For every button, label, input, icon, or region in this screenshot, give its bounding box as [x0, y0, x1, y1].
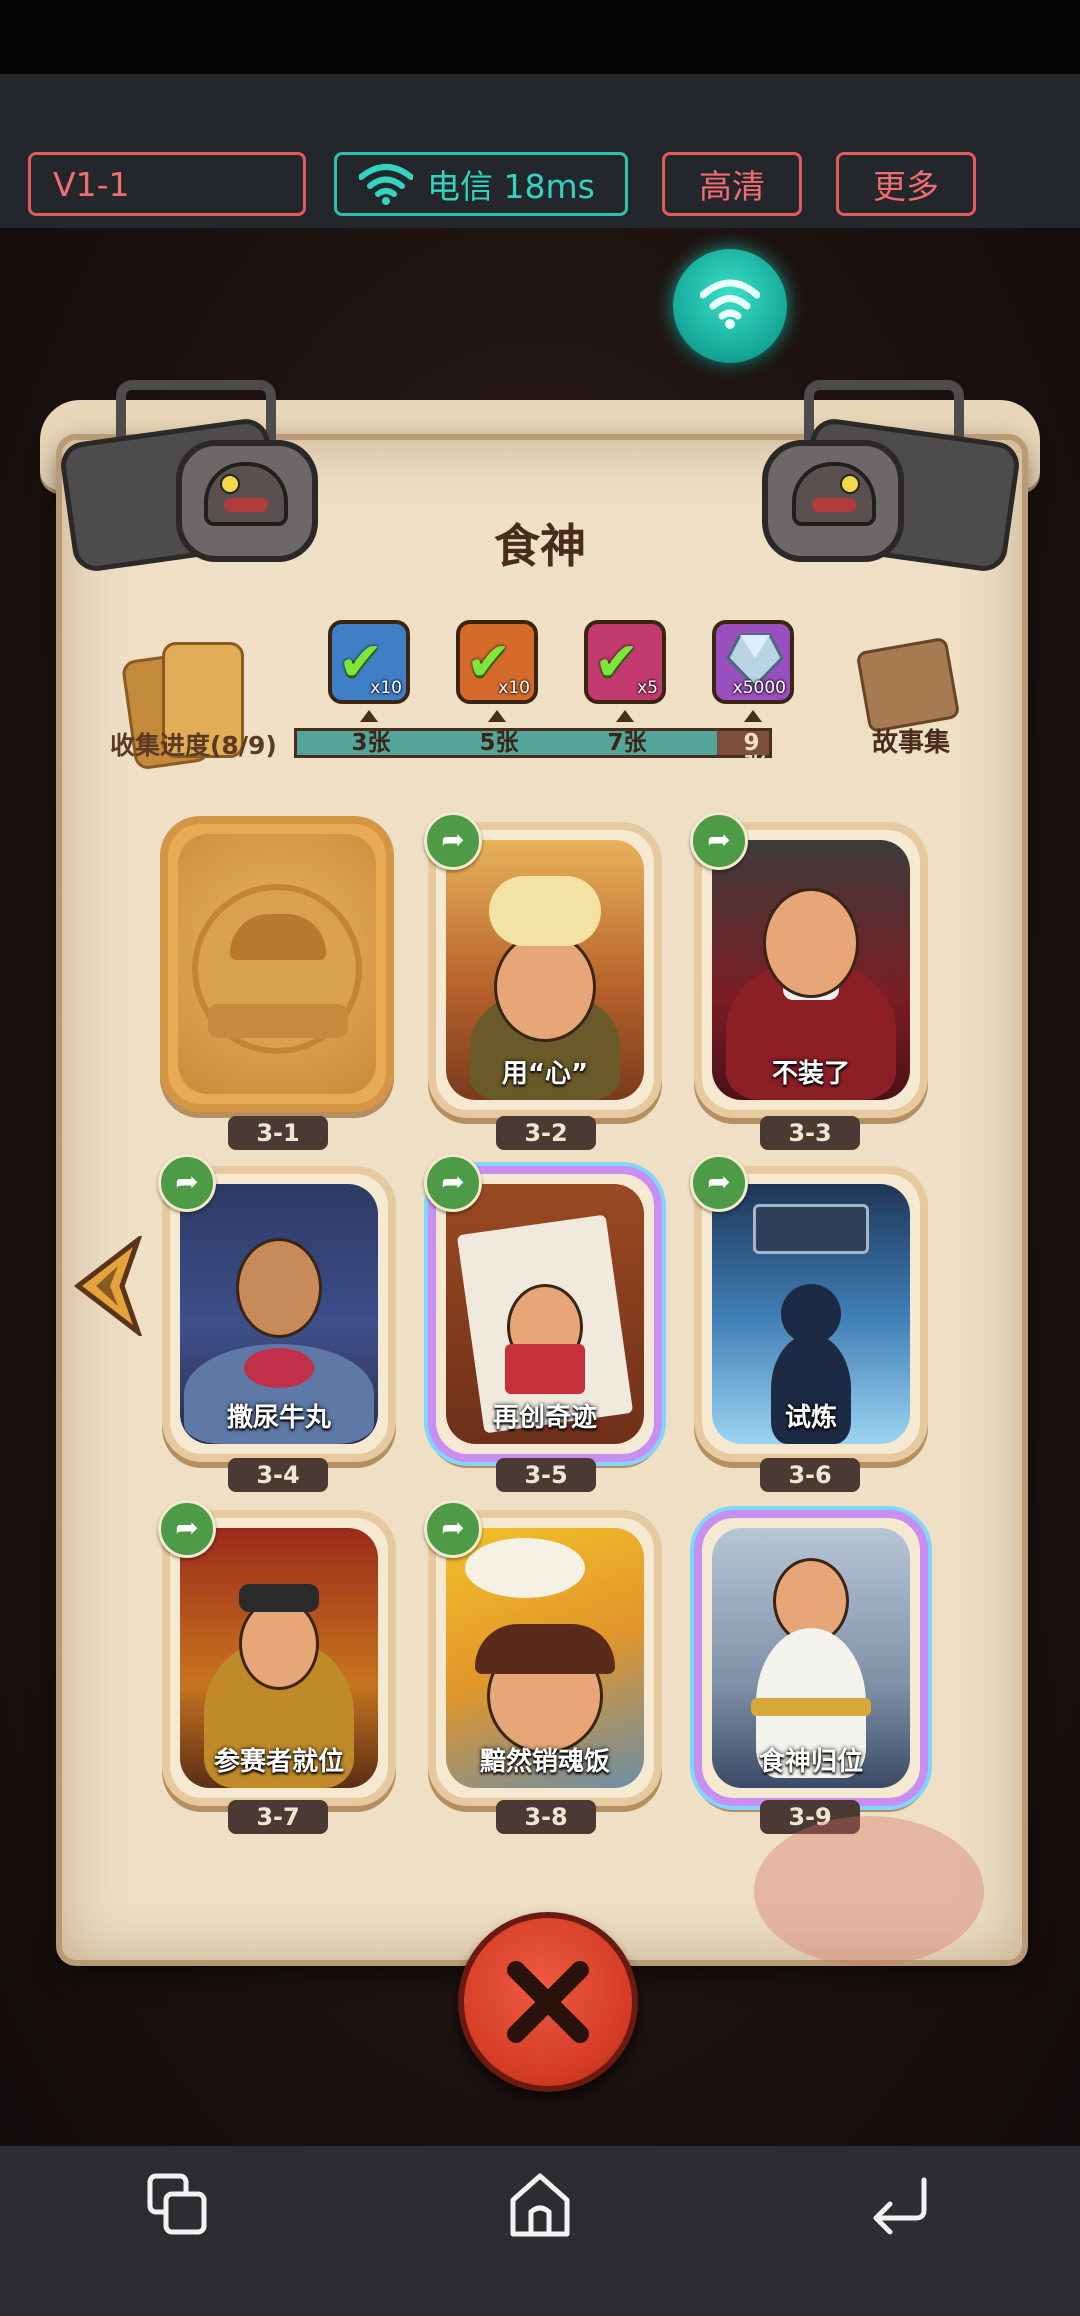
more-button[interactable]: 更多: [836, 152, 976, 216]
wifi-icon: [359, 164, 413, 205]
card-caption: 食神归位: [758, 1747, 863, 1777]
card-number: 3-5: [496, 1458, 596, 1492]
quality-button[interactable]: 高清: [662, 152, 802, 216]
reward-quantity: x5: [637, 678, 658, 698]
reward-iron-ingot-icon[interactable]: ✔ x10: [328, 620, 410, 704]
share-icon[interactable]: ➦: [690, 1154, 748, 1212]
story-card[interactable]: 再创奇迹: [428, 1166, 662, 1462]
card-caption: 用“心”: [501, 1059, 589, 1089]
share-icon[interactable]: ➦: [690, 812, 748, 870]
story-card[interactable]: 撒尿牛丸: [162, 1166, 396, 1462]
card-caption: 再创奇迹: [492, 1403, 597, 1433]
version-label: V1-1: [53, 164, 130, 204]
card-caption: 参赛者就位: [213, 1747, 344, 1777]
close-button[interactable]: [458, 1912, 638, 2092]
wifi-icon: [700, 279, 760, 329]
collection-progress-label: 收集进度(8/9): [110, 731, 277, 760]
recent-apps-icon[interactable]: [144, 2170, 214, 2240]
camera-mascot-left-icon: [26, 370, 326, 574]
share-icon[interactable]: ➦: [158, 1500, 216, 1558]
reward-quantity: x10: [370, 678, 402, 698]
share-icon[interactable]: ➦: [424, 812, 482, 870]
camera-mascot-right-icon: [754, 370, 1054, 574]
card-number: 3-7: [228, 1800, 328, 1834]
card-caption: 黯然销魂饭: [479, 1747, 610, 1777]
reward-crystal-icon[interactable]: x5000: [712, 620, 794, 704]
card-number: 3-6: [760, 1458, 860, 1492]
story-collection-button[interactable]: 故事集: [872, 722, 950, 759]
reward-orb-icon[interactable]: ✔ x5: [584, 620, 666, 704]
card-art: [178, 834, 376, 1094]
collection-progress-bar: 3张 5张 7张 9张: [294, 728, 772, 779]
card-caption: 试炼: [784, 1403, 837, 1433]
card-number: 3-8: [496, 1800, 596, 1834]
reward-quantity: x5000: [732, 678, 786, 698]
milestone-label: 5张: [479, 730, 519, 756]
milestone-marker: [488, 710, 506, 722]
checkmark-icon: ✔: [594, 630, 640, 693]
milestone-marker: [744, 710, 762, 722]
milestone-label: 7张: [607, 730, 647, 756]
share-icon[interactable]: ➦: [424, 1154, 482, 1212]
milestone-marker: [616, 710, 634, 722]
album-title: 食神: [494, 519, 586, 573]
share-icon[interactable]: ➦: [424, 1500, 482, 1558]
seal-stamp: [754, 1816, 984, 1966]
story-card-locked[interactable]: [160, 816, 394, 1112]
milestone-marker: [360, 710, 378, 722]
floating-network-button[interactable]: [673, 249, 787, 363]
close-icon: [507, 1961, 589, 2043]
story-card[interactable]: 试炼: [694, 1166, 928, 1462]
locked-silhouette-icon: [192, 884, 362, 1055]
previous-page-arrow-icon[interactable]: [72, 1236, 142, 1336]
card-number: 3-3: [760, 1116, 860, 1150]
milestone-label: 9张: [743, 730, 767, 780]
status-bar: [0, 0, 1080, 74]
card-caption: 不装了: [771, 1059, 850, 1089]
reward-quantity: x10: [498, 678, 530, 698]
story-book-icon[interactable]: [855, 636, 961, 734]
card-number: 3-1: [228, 1116, 328, 1150]
share-icon[interactable]: ➦: [158, 1154, 216, 1212]
home-icon[interactable]: [505, 2170, 575, 2240]
story-card[interactable]: 食神归位: [694, 1510, 928, 1806]
reward-wrench-icon[interactable]: ✔ x10: [456, 620, 538, 704]
version-button[interactable]: V1-1: [28, 152, 306, 216]
more-label: 更多: [873, 167, 939, 206]
card-number: 3-4: [228, 1458, 328, 1492]
card-caption: 撒尿牛丸: [226, 1403, 331, 1433]
back-icon[interactable]: [866, 2170, 936, 2240]
network-status-button[interactable]: 电信 18ms: [334, 152, 628, 216]
quality-label: 高清: [699, 167, 765, 206]
milestone-label: 3张: [351, 730, 391, 756]
network-label: 电信 18ms: [427, 167, 595, 206]
card-number: 3-2: [496, 1116, 596, 1150]
